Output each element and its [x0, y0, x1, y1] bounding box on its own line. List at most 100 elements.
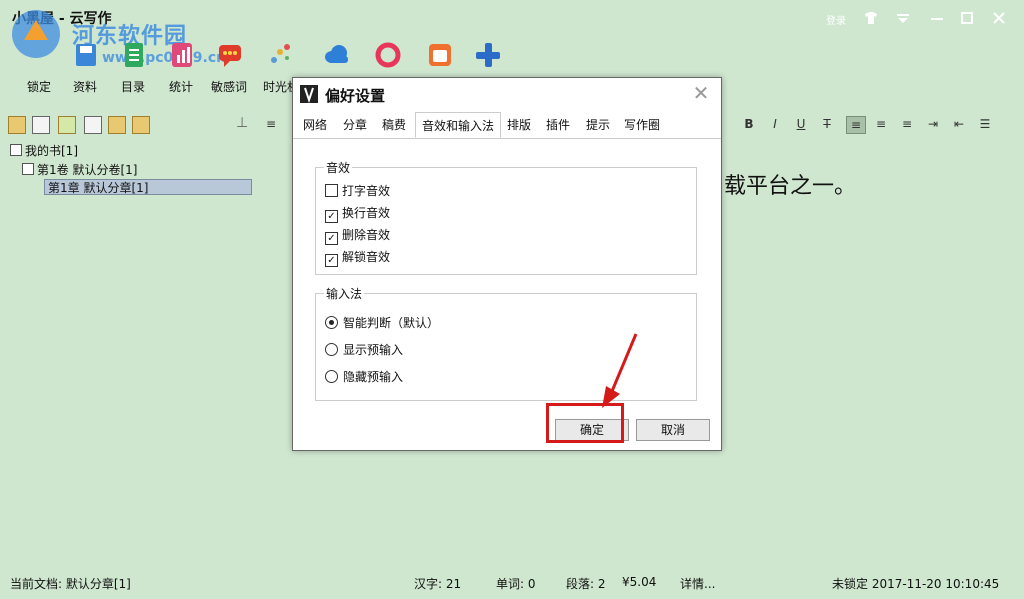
close-icon[interactable]: [988, 8, 1010, 28]
status-details-link[interactable]: 详情...: [680, 575, 715, 592]
italic-button[interactable]: I: [766, 116, 784, 132]
app-logo-icon: [300, 85, 318, 104]
tab-chapters[interactable]: 分章: [343, 116, 367, 133]
dialog-body: 音效 打字音效 ✓ 换行音效 ✓ 删除音效 ✓ 解锁音效 输入法 智能判断（默认） 显…: [293, 139, 721, 450]
checkbox-typing-sound[interactable]: 打字音效: [325, 182, 390, 199]
toolbar-stats-label: 统计: [168, 80, 193, 94]
ime-group-title: 输入法: [324, 285, 365, 302]
tab-network[interactable]: 网络: [303, 116, 327, 133]
cancel-button[interactable]: 取消: [636, 419, 710, 441]
align-center-icon[interactable]: ≡: [872, 116, 890, 132]
tab-sound-ime[interactable]: 音效和输入法: [415, 112, 502, 138]
tab-tips[interactable]: 提示: [586, 116, 610, 133]
checkbox-newline-sound[interactable]: ✓ 换行音效: [325, 204, 390, 223]
book-list-icon[interactable]: [32, 116, 50, 134]
chat-icon: [219, 45, 241, 67]
tab-writing-circle[interactable]: 写作圈: [624, 116, 660, 133]
move-up-icon[interactable]: [108, 116, 126, 134]
status-paragraphs: 段落: 2: [566, 577, 606, 591]
toolbar-lock[interactable]: 锁定: [16, 40, 62, 96]
radio-ime-auto[interactable]: 智能判断（默认）: [325, 314, 439, 331]
tab-payment[interactable]: 稿费: [382, 116, 406, 133]
import-icon[interactable]: [84, 116, 102, 134]
tree-volume-label: 第1卷 默认分卷[1]: [37, 163, 138, 177]
collapse-icon[interactable]: [22, 163, 34, 175]
status-chars: 汉字: 21: [414, 577, 462, 591]
minimize-icon[interactable]: [926, 8, 948, 28]
toolbar-info[interactable]: 资料: [62, 40, 108, 96]
sound-group-title: 音效: [324, 159, 353, 176]
checkbox-box[interactable]: ✓: [325, 254, 338, 267]
underline-button[interactable]: U: [792, 116, 810, 132]
tree-root-label: 我的书[1]: [25, 144, 78, 158]
toolbar-sensitive-words[interactable]: 敏感词: [206, 40, 252, 96]
chart-icon: [172, 43, 192, 67]
status-lock-time: 未锁定 2017-11-20 10:10:45: [832, 577, 1000, 591]
dialog-close-icon[interactable]: ✕: [689, 80, 713, 106]
tree-volume[interactable]: 第1卷 默认分卷[1]: [22, 161, 137, 178]
new-book-icon[interactable]: [8, 116, 26, 134]
plus-icon: [476, 43, 500, 67]
calendar-icon: [429, 44, 451, 66]
maximize-icon[interactable]: [956, 8, 978, 28]
checkbox-label: 解锁音效: [342, 250, 391, 264]
strikethrough-button[interactable]: T: [818, 116, 836, 132]
radio-button[interactable]: [325, 370, 338, 383]
editor-text[interactable]: 载平台之一。: [724, 168, 856, 200]
dialog-title: 偏好设置: [325, 87, 386, 105]
radio-ime-hide[interactable]: 隐藏预输入: [325, 368, 403, 385]
toolbar-catalog[interactable]: 目录: [110, 40, 156, 96]
outdent-icon[interactable]: ⇤: [950, 116, 968, 132]
list-icon[interactable]: ≡: [262, 116, 280, 132]
radio-label: 智能判断（默认）: [343, 316, 440, 330]
toolbar-catalog-label: 目录: [120, 80, 145, 94]
menu-dropdown-icon[interactable]: [892, 8, 914, 28]
skin-icon[interactable]: [860, 8, 882, 28]
tab-typesetting[interactable]: 排版: [507, 116, 531, 133]
align-right-icon[interactable]: ≡: [898, 116, 916, 132]
toolbar-sensitive-words-label: 敏感词: [210, 80, 247, 94]
save-icon: [76, 44, 96, 66]
checkbox-delete-sound[interactable]: ✓ 删除音效: [325, 226, 390, 245]
tab-plugins[interactable]: 插件: [546, 116, 570, 133]
checkbox-box[interactable]: ✓: [325, 232, 338, 245]
align-left-icon[interactable]: ≡: [846, 116, 866, 134]
checkbox-unlock-sound[interactable]: ✓ 解锁音效: [325, 248, 390, 267]
indent-icon[interactable]: ⇥: [924, 116, 942, 132]
bullet-list-icon[interactable]: ☰: [976, 116, 994, 132]
toolbar-stats[interactable]: 统计: [158, 40, 204, 96]
document-icon: [125, 43, 143, 67]
radio-label: 隐藏预输入: [343, 370, 404, 384]
toolbar-info-label: 资料: [72, 80, 97, 94]
tree-chapter[interactable]: 第1章 默认分章[1]: [44, 179, 252, 195]
dialog-header: 偏好设置 ✕: [293, 78, 721, 110]
sound-group: 音效 打字音效 ✓ 换行音效 ✓ 删除音效 ✓ 解锁音效: [315, 159, 697, 275]
annotation-arrow-icon: [602, 333, 638, 408]
login-link[interactable]: 登录: [826, 12, 846, 27]
bold-button[interactable]: B: [740, 116, 758, 132]
status-words: 单词: 0: [496, 577, 536, 591]
collapse-icon[interactable]: [10, 144, 22, 156]
pin-icon[interactable]: ⊥: [236, 115, 248, 131]
cloud-icon: [325, 45, 348, 63]
status-price: ¥5.04: [622, 575, 657, 589]
toolbar-lock-label: 锁定: [26, 80, 51, 94]
dialog-tabs: 网络 分章 稿费 音效和输入法 排版 插件 提示 写作圈: [293, 110, 721, 139]
preferences-dialog: 偏好设置 ✕ 网络 分章 稿费 音效和输入法 排版 插件 提示 写作圈 音效 打…: [292, 77, 722, 451]
radio-button[interactable]: [325, 343, 338, 356]
radio-button[interactable]: [325, 316, 338, 329]
checkbox-label: 删除音效: [342, 228, 391, 242]
radio-ime-show[interactable]: 显示预输入: [325, 341, 403, 358]
new-volume-icon[interactable]: [58, 116, 76, 134]
tree-chapter-label: 第1章 默认分章[1]: [48, 181, 149, 195]
checkbox-box[interactable]: ✓: [325, 210, 338, 223]
checkbox-box[interactable]: [325, 184, 338, 197]
checkbox-label: 打字音效: [342, 184, 391, 198]
ring-icon: [375, 42, 401, 68]
radio-label: 显示预输入: [343, 343, 404, 357]
move-down-icon[interactable]: [132, 116, 150, 134]
status-current-doc: 当前文档: 默认分章[1]: [10, 577, 131, 591]
checkbox-label: 换行音效: [342, 206, 391, 220]
timeline-icon: [271, 44, 290, 63]
tree-root[interactable]: 我的书[1]: [10, 142, 78, 159]
